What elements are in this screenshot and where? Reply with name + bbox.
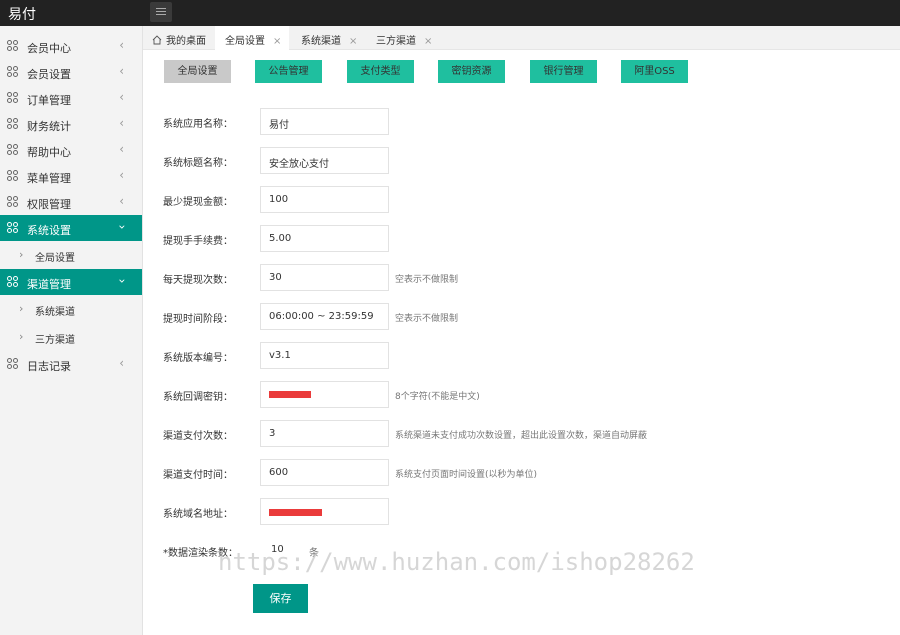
flower-icon: [7, 358, 19, 370]
form-row-version: 系统版本编号： v3.1: [163, 342, 863, 369]
close-icon[interactable]: ×: [273, 36, 281, 47]
channel-pay-count-input[interactable]: 3: [260, 420, 389, 447]
chevron-left-icon: ‹: [119, 90, 124, 104]
redaction-mark: [269, 391, 311, 398]
daily-withdraw-count-input[interactable]: 30: [260, 264, 389, 291]
key-resources-button[interactable]: 密钥资源: [438, 60, 505, 83]
form-row-withdraw-period: 提现时间阶段： 06:00:00 ~ 23:59:59 空表示不做限制: [163, 303, 863, 330]
flower-icon: [7, 118, 19, 130]
home-icon: [152, 35, 162, 45]
sidebar-item-system-settings[interactable]: 系统设置 ‹: [0, 215, 142, 241]
chevron-left-icon: ‹: [119, 116, 124, 130]
sidebar-item-member-center[interactable]: 会员中心 ‹: [0, 33, 142, 59]
announcement-button[interactable]: 公告管理: [255, 60, 322, 83]
app-title: 易付: [8, 7, 36, 23]
form-row-site-title: 系统标题名称： 安全放心支付: [163, 147, 863, 174]
aliyun-oss-button[interactable]: 阿里OSS: [621, 60, 688, 83]
menu-toggle-icon[interactable]: [150, 2, 172, 22]
sidebar-item-menus[interactable]: 菜单管理 ‹: [0, 163, 142, 189]
sidebar-subitem-global-settings[interactable]: › 全局设置: [0, 241, 142, 269]
sidebar-item-help[interactable]: 帮助中心 ‹: [0, 137, 142, 163]
chevron-left-icon: ‹: [119, 38, 124, 52]
chevron-left-icon: ‹: [119, 356, 124, 370]
tab-global-settings[interactable]: 全局设置 ×: [215, 26, 289, 50]
withdraw-period-input[interactable]: 06:00:00 ~ 23:59:59: [260, 303, 389, 330]
save-button[interactable]: 保存: [253, 584, 308, 613]
chevron-left-icon: ‹: [119, 194, 124, 208]
flower-icon: [7, 276, 19, 288]
form-row-app-name: 系统应用名称： 易付: [163, 108, 863, 135]
tab-third-party-channel[interactable]: 三方渠道 ×: [376, 26, 432, 50]
sidebar-item-finance[interactable]: 财务统计 ‹: [0, 111, 142, 137]
flower-icon: [7, 40, 19, 52]
tab-bar: 我的桌面 全局设置 × 系统渠道 × 三方渠道 ×: [143, 26, 900, 50]
close-icon[interactable]: ×: [424, 36, 432, 47]
redaction-mark: [269, 509, 322, 516]
sidebar-item-member-settings[interactable]: 会员设置 ‹: [0, 59, 142, 85]
form-row-channel-pay-count: 渠道支付次数： 3 系统渠道未支付成功次数设置，超出此设置次数，渠道自动屏蔽: [163, 420, 863, 447]
sidebar-item-orders[interactable]: 订单管理 ‹: [0, 85, 142, 111]
tab-system-channel[interactable]: 系统渠道 ×: [301, 26, 357, 50]
sidebar: 会员中心 ‹ 会员设置 ‹ 订单管理 ‹ 财务统计 ‹ 帮助中心 ‹ 菜单管理 …: [0, 26, 143, 635]
top-bar: 易付: [0, 0, 900, 26]
chevron-left-icon: ‹: [119, 64, 124, 78]
payment-type-button[interactable]: 支付类型: [347, 60, 414, 83]
form-row-channel-pay-time: 渠道支付时间： 600 系统支付页面时间设置(以秒为单位): [163, 459, 863, 486]
min-withdraw-input[interactable]: 100: [260, 186, 389, 213]
close-icon[interactable]: ×: [349, 36, 357, 47]
flower-icon: [7, 222, 19, 234]
form-row-min-withdraw: 最少提现金额： 100: [163, 186, 863, 213]
form-row-daily-withdraw-count: 每天提现次数： 30 空表示不做限制: [163, 264, 863, 291]
flower-icon: [7, 196, 19, 208]
version-input[interactable]: v3.1: [260, 342, 389, 369]
chevron-right-icon: ›: [19, 302, 24, 315]
flower-icon: [7, 144, 19, 156]
watermark: https://www.huzhan.com/ishop28262: [218, 548, 695, 576]
channel-pay-time-input[interactable]: 600: [260, 459, 389, 486]
sidebar-item-logs[interactable]: 日志记录 ‹: [0, 351, 142, 377]
form-row-callback-key: 系统回调密钥： 8个字符(不能是中文): [163, 381, 863, 408]
sidebar-item-permissions[interactable]: 权限管理 ‹: [0, 189, 142, 215]
chevron-right-icon: ›: [19, 330, 24, 343]
sidebar-subitem-third-party-channel[interactable]: › 三方渠道: [0, 323, 142, 351]
withdraw-fee-input[interactable]: 5.00: [260, 225, 389, 252]
chevron-down-icon: ‹: [114, 278, 129, 284]
form-row-domain: 系统域名地址：: [163, 498, 863, 525]
chevron-down-icon: ‹: [114, 224, 129, 230]
callback-key-input[interactable]: [260, 381, 389, 408]
flower-icon: [7, 92, 19, 104]
site-title-input[interactable]: 安全放心支付: [260, 147, 389, 174]
bank-management-button[interactable]: 银行管理: [530, 60, 597, 83]
form-row-withdraw-fee: 提现手手续费： 5.00: [163, 225, 863, 252]
app-name-input[interactable]: 易付: [260, 108, 389, 135]
chevron-left-icon: ‹: [119, 168, 124, 182]
chevron-right-icon: ›: [19, 248, 24, 261]
domain-input[interactable]: [260, 498, 389, 525]
global-settings-button[interactable]: 全局设置: [164, 60, 231, 83]
sidebar-item-channel-management[interactable]: 渠道管理 ‹: [0, 269, 142, 295]
tab-my-desktop[interactable]: 我的桌面: [152, 26, 206, 50]
flower-icon: [7, 170, 19, 182]
flower-icon: [7, 66, 19, 78]
sidebar-subitem-system-channel[interactable]: › 系统渠道: [0, 295, 142, 323]
chevron-left-icon: ‹: [119, 142, 124, 156]
